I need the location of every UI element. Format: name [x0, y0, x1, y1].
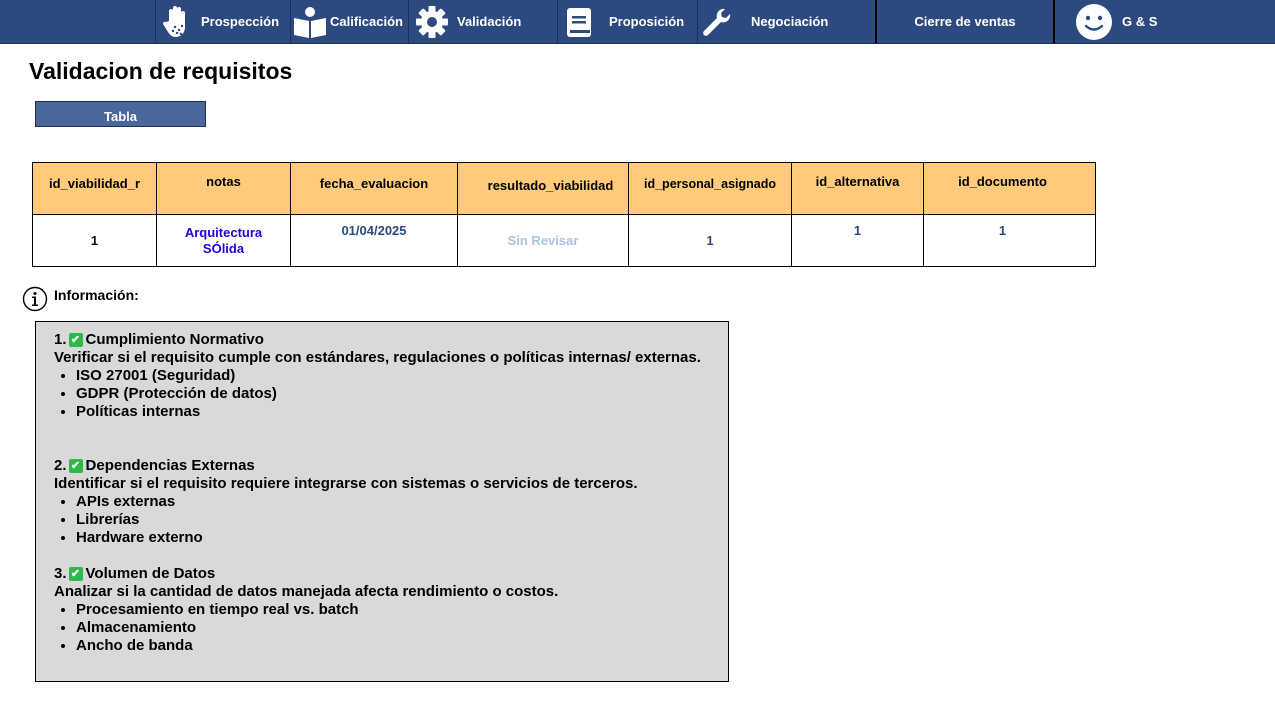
cell-fecha-evaluacion: 01/04/2025 — [290, 214, 458, 267]
nav-divider — [1053, 0, 1055, 43]
nav-divider — [408, 0, 409, 43]
column-header: id_documento — [923, 162, 1096, 215]
user-label: G & S — [1122, 14, 1158, 29]
nav-divider — [155, 0, 156, 43]
cell-notas: Arquitectura SÓlida — [156, 214, 291, 267]
cell-id-alternativa: 1 — [791, 214, 924, 267]
list-item: GDPR (Protección de datos) — [76, 385, 714, 403]
column-header: id_alternativa — [791, 162, 924, 215]
info-section-description: Analizar si la cantidad de datos manejad… — [54, 583, 559, 600]
nav-divider — [290, 0, 291, 43]
column-header: id_viabilidad_r — [32, 162, 157, 215]
column-header: id_personal_asignado — [628, 162, 792, 215]
info-label: Información: — [54, 287, 139, 303]
info-section-description: Verificar si el requisito cumple con est… — [54, 349, 701, 366]
nav-divider — [697, 0, 698, 43]
cell-id-personal-asignado: 1 — [628, 214, 792, 267]
user-menu[interactable]: G & S — [1075, 0, 1195, 43]
column-header: fecha_evaluacion — [290, 162, 458, 215]
list-item: Ancho de banda — [76, 637, 714, 655]
list-item: ISO 27001 (Seguridad) — [76, 367, 714, 385]
nav-item-label: Negociación — [751, 14, 829, 29]
list-item: Librerías — [76, 511, 714, 529]
nav-item-validacion[interactable]: Validación — [412, 0, 557, 43]
cell-resultado-viabilidad: Sin Revisar — [457, 214, 629, 267]
nav-item-label: Calificación — [330, 14, 403, 29]
top-nav-bar: Prospección Calificación Validación Prop… — [0, 0, 1275, 44]
info-icon — [22, 286, 48, 312]
reader-icon — [292, 5, 328, 39]
list-item: Almacenamiento — [76, 619, 714, 637]
info-section-list: ISO 27001 (Seguridad) GDPR (Protección d… — [54, 367, 714, 421]
tabla-button[interactable]: Tabla — [35, 101, 206, 127]
table-row[interactable]: 1 Arquitectura SÓlida 01/04/2025 Sin Rev… — [32, 214, 1096, 267]
nav-item-cierre-de-ventas[interactable]: Cierre de ventas — [877, 0, 1053, 43]
nav-item-label: Validación — [457, 14, 522, 29]
page-title: Validacion de requisitos — [29, 58, 293, 84]
nav-item-label: Prospección — [201, 14, 280, 29]
wrench-icon — [700, 6, 732, 38]
nav-item-proposicion[interactable]: Proposición — [562, 0, 697, 43]
data-table: id_viabilidad_r notas fecha_evaluacion r… — [32, 162, 1096, 267]
info-section-heading: 2. ✔ Dependencias Externas — [54, 457, 255, 474]
nav-item-calificacion[interactable]: Calificación — [292, 0, 408, 43]
hand-icon — [160, 5, 196, 39]
info-section-heading: 3. ✔ Volumen de Datos — [54, 565, 216, 582]
nav-item-prospeccion[interactable]: Prospección — [160, 0, 288, 43]
info-section-description: Identificar si el requisito requiere int… — [54, 475, 638, 492]
info-section: 3. ✔ Volumen de Datos Analizar si la canti… — [54, 565, 714, 655]
list-item: Procesamiento en tiempo real vs. batch — [76, 601, 714, 619]
column-header: notas — [156, 162, 291, 215]
cell-id-viabilidad: 1 — [32, 214, 157, 267]
info-section-heading: 1. ✔ Cumplimiento Normativo — [54, 331, 264, 348]
list-item: Hardware externo — [76, 529, 714, 547]
nav-item-label: Proposición — [609, 14, 685, 29]
list-item: APIs externas — [76, 493, 714, 511]
nav-item-negociacion[interactable]: Negociación — [700, 0, 875, 43]
gear-icon — [412, 5, 452, 39]
check-icon: ✔ — [68, 567, 83, 581]
column-header: resultado_viabilidad — [457, 162, 629, 215]
smiley-icon — [1075, 3, 1113, 41]
book-icon — [562, 5, 596, 39]
info-section: 2. ✔ Dependencias Externas Identificar si … — [54, 457, 714, 547]
check-icon: ✔ — [68, 459, 83, 473]
check-icon: ✔ — [68, 333, 83, 347]
table-header-row: id_viabilidad_r notas fecha_evaluacion r… — [32, 162, 1096, 215]
cell-id-documento: 1 — [923, 214, 1096, 267]
info-section-list: APIs externas Librerías Hardware externo — [54, 493, 714, 547]
nav-item-label: Cierre de ventas — [914, 14, 1016, 29]
list-item: Políticas internas — [76, 403, 714, 421]
nav-divider — [557, 0, 558, 43]
info-section: 1. ✔ Cumplimiento Normativo Verificar si e… — [54, 331, 714, 421]
info-panel: 1. ✔ Cumplimiento Normativo Verificar si e… — [35, 321, 729, 682]
info-section-list: Procesamiento en tiempo real vs. batch A… — [54, 601, 714, 655]
